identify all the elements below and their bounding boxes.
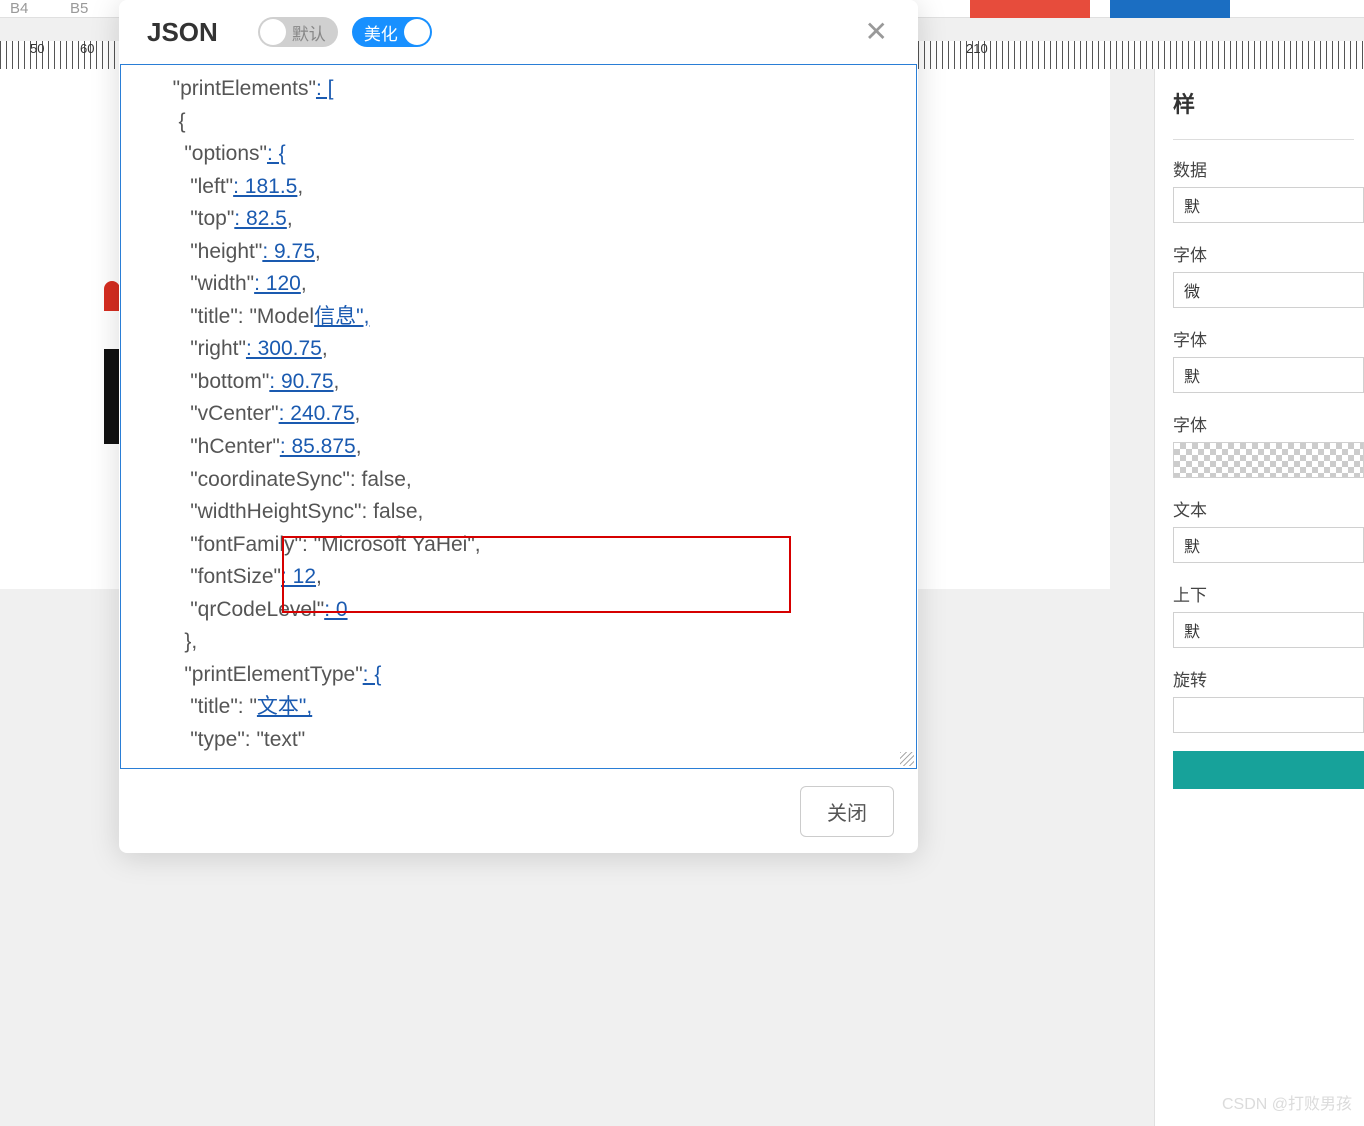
json-link[interactable]: 信息",	[314, 305, 369, 328]
json-key: "printElementType"	[184, 663, 362, 686]
json-link[interactable]: : 82.5	[234, 207, 287, 230]
json-link[interactable]: 文本",	[257, 695, 312, 718]
json-modal: JSON 默认 美化 ✕ "printElements": [ { "optio…	[119, 0, 918, 853]
json-link[interactable]: : 240.75	[279, 402, 355, 425]
close-icon[interactable]: ✕	[865, 18, 888, 46]
json-key: "widthHeightSync": false,	[190, 500, 423, 523]
json-link[interactable]: : [	[316, 77, 334, 100]
json-key: "width"	[190, 272, 254, 295]
json-link[interactable]: : 85.875	[280, 435, 356, 458]
toggle-default[interactable]: 默认	[258, 17, 338, 47]
json-link[interactable]: : 90.75	[269, 370, 333, 393]
json-key: "title": "	[190, 695, 257, 718]
json-key: "left"	[190, 175, 233, 198]
json-key: "fontSize"	[190, 565, 281, 588]
json-link[interactable]: : 12	[281, 565, 316, 588]
json-key: "qrCodeLevel"	[190, 598, 324, 621]
json-key: "hCenter"	[190, 435, 280, 458]
json-key: "title": "Model	[190, 305, 314, 328]
json-key: "vCenter"	[190, 402, 278, 425]
toggle-beautify-label: 美化	[364, 20, 398, 45]
resize-grip-icon[interactable]	[900, 752, 914, 766]
json-link[interactable]: : {	[363, 663, 382, 686]
modal-header: JSON 默认 美化 ✕	[119, 0, 918, 64]
json-brace: {	[179, 110, 186, 133]
toggle-knob	[260, 19, 286, 45]
json-link[interactable]: : {	[267, 142, 286, 165]
modal-title: JSON	[147, 17, 218, 48]
toggle-beautify[interactable]: 美化	[352, 17, 432, 47]
json-key: "type": "text"	[190, 728, 305, 751]
json-brace: },	[184, 630, 197, 653]
json-link[interactable]: : 300.75	[246, 337, 322, 360]
json-key: "coordinateSync": false,	[190, 468, 412, 491]
json-key: "bottom"	[190, 370, 269, 393]
json-link[interactable]: : 9.75	[262, 240, 315, 263]
json-viewer[interactable]: "printElements": [ { "options": { "left"…	[120, 64, 917, 769]
json-key: "fontFamily": "Microsoft YaHei",	[190, 533, 480, 556]
close-button[interactable]: 关闭	[800, 786, 894, 837]
json-key: "height"	[190, 240, 262, 263]
toggle-default-label: 默认	[292, 20, 326, 45]
json-key: "top"	[190, 207, 234, 230]
json-link[interactable]: : 0	[324, 598, 347, 621]
toggle-knob	[404, 19, 430, 45]
json-content[interactable]: "printElements": [ { "options": { "left"…	[121, 65, 916, 768]
json-key: "options"	[184, 142, 267, 165]
json-key: "right"	[190, 337, 246, 360]
json-link[interactable]: : 181.5	[233, 175, 297, 198]
modal-footer: 关闭	[119, 769, 918, 853]
json-link[interactable]: : 120	[254, 272, 301, 295]
json-key: "printElements"	[173, 77, 316, 100]
